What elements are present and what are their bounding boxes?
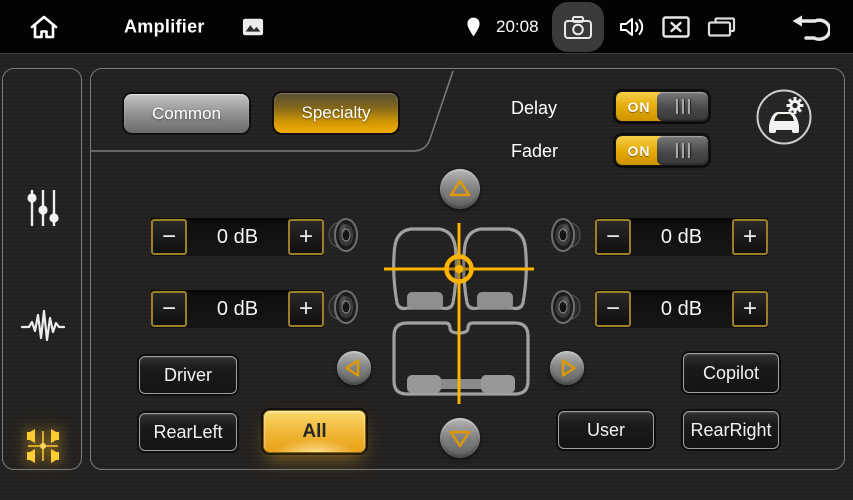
delay-toggle[interactable]: ON xyxy=(615,91,709,122)
close-icon xyxy=(662,16,690,38)
camera-icon xyxy=(563,15,593,40)
clock: 20:08 xyxy=(496,17,539,37)
rear-left-volume-value: 0 dB xyxy=(187,298,288,321)
amplifier-panel: Common Specialty Delay ON Fader ON xyxy=(90,68,845,470)
preset-rearleft-label: RearLeft xyxy=(153,422,222,443)
toggle-knob xyxy=(657,92,708,121)
sidebar xyxy=(2,68,82,470)
speaker-icon xyxy=(325,285,359,329)
sidebar-item-sound-effect[interactable] xyxy=(3,307,83,347)
balance-right-button[interactable] xyxy=(550,351,584,385)
speaker-icon xyxy=(550,213,584,257)
rear-left-minus-button[interactable]: − xyxy=(151,291,187,327)
speaker-icon xyxy=(550,285,584,329)
fader-toggle[interactable]: ON xyxy=(615,135,709,166)
balance-left-button[interactable] xyxy=(337,351,371,385)
preset-rearright-label: RearRight xyxy=(690,420,771,441)
front-right-volume-value: 0 dB xyxy=(631,226,732,249)
fader-balance-icon xyxy=(22,425,64,467)
head-unit-screen: Amplifier 20:08 xyxy=(0,0,853,500)
content-background: Common Specialty Delay ON Fader ON xyxy=(0,55,853,500)
front-left-minus-button[interactable]: − xyxy=(151,219,187,255)
volume-icon xyxy=(618,15,646,39)
speaker-icon xyxy=(325,213,359,257)
preset-user-button[interactable]: User xyxy=(558,411,654,449)
delay-label: Delay xyxy=(511,98,611,119)
location-icon xyxy=(466,16,481,37)
front-left-seat-base xyxy=(407,292,443,309)
preset-driver-button[interactable]: Driver xyxy=(139,356,237,394)
fader-label: Fader xyxy=(511,141,611,162)
rear-left-volume-control: − 0 dB + xyxy=(151,290,324,328)
screenshot-button[interactable] xyxy=(552,2,604,52)
triangle-down-icon xyxy=(440,418,480,458)
preset-rearright-button[interactable]: RearRight xyxy=(683,411,779,449)
rear-left-plus-button[interactable]: + xyxy=(288,291,324,327)
recent-apps-button[interactable] xyxy=(706,15,737,39)
top-bar: Amplifier 20:08 xyxy=(0,0,853,54)
rear-right-plus-button[interactable]: + xyxy=(732,291,768,327)
rear-right-volume-control: − 0 dB + xyxy=(595,290,768,328)
triangle-left-icon xyxy=(337,351,371,385)
preset-user-label: User xyxy=(587,420,625,441)
delay-toggle-on-label: ON xyxy=(616,92,662,121)
preset-all-button[interactable]: All xyxy=(263,410,366,453)
seat-balance-map[interactable] xyxy=(381,213,541,413)
sidebar-item-equalizer[interactable] xyxy=(3,187,83,229)
rear-right-volume-value: 0 dB xyxy=(631,298,732,321)
fader-toggle-on-label: ON xyxy=(616,136,662,165)
front-left-volume-control: − 0 dB + xyxy=(151,218,324,256)
waveform-icon xyxy=(20,307,66,347)
balance-target-dot xyxy=(455,265,463,273)
car-settings-button[interactable] xyxy=(755,88,813,146)
preset-copilot-label: Copilot xyxy=(703,363,759,384)
volume-button[interactable] xyxy=(618,15,646,39)
recent-apps-icon xyxy=(706,15,737,39)
front-left-volume-value: 0 dB xyxy=(187,226,288,249)
home-button[interactable] xyxy=(28,13,60,41)
front-right-minus-button[interactable]: − xyxy=(595,219,631,255)
page-title: Amplifier xyxy=(124,16,205,37)
preset-driver-label: Driver xyxy=(164,365,212,386)
tab-specialty-label: Specialty xyxy=(302,103,371,123)
tab-specialty[interactable]: Specialty xyxy=(274,93,398,133)
rear-seat-base-pad xyxy=(481,375,515,393)
car-settings-icon xyxy=(755,88,813,146)
close-app-button[interactable] xyxy=(662,16,690,38)
preset-all-label: All xyxy=(302,421,326,443)
tab-common-label: Common xyxy=(152,104,221,124)
triangle-right-icon xyxy=(550,351,584,385)
back-icon xyxy=(788,11,830,43)
preset-copilot-button[interactable]: Copilot xyxy=(683,353,779,393)
home-icon xyxy=(28,13,60,41)
front-right-plus-button[interactable]: + xyxy=(732,219,768,255)
triangle-up-icon xyxy=(440,169,480,209)
rear-right-minus-button[interactable]: − xyxy=(595,291,631,327)
gps-status xyxy=(466,16,481,37)
back-button[interactable] xyxy=(788,11,830,43)
preset-rearleft-button[interactable]: RearLeft xyxy=(139,413,237,451)
image-icon xyxy=(242,17,264,36)
front-left-plus-button[interactable]: + xyxy=(288,219,324,255)
gallery-shortcut[interactable] xyxy=(242,17,264,36)
equalizer-icon xyxy=(24,187,62,229)
sidebar-item-fader-balance[interactable] xyxy=(3,425,83,467)
front-right-seat-base xyxy=(477,292,513,309)
tab-common[interactable]: Common xyxy=(124,94,249,133)
front-right-volume-control: − 0 dB + xyxy=(595,218,768,256)
fader-up-button[interactable] xyxy=(440,169,480,209)
toggle-knob xyxy=(657,136,708,165)
fader-down-button[interactable] xyxy=(440,418,480,458)
rear-seat-base-pad xyxy=(407,375,441,393)
